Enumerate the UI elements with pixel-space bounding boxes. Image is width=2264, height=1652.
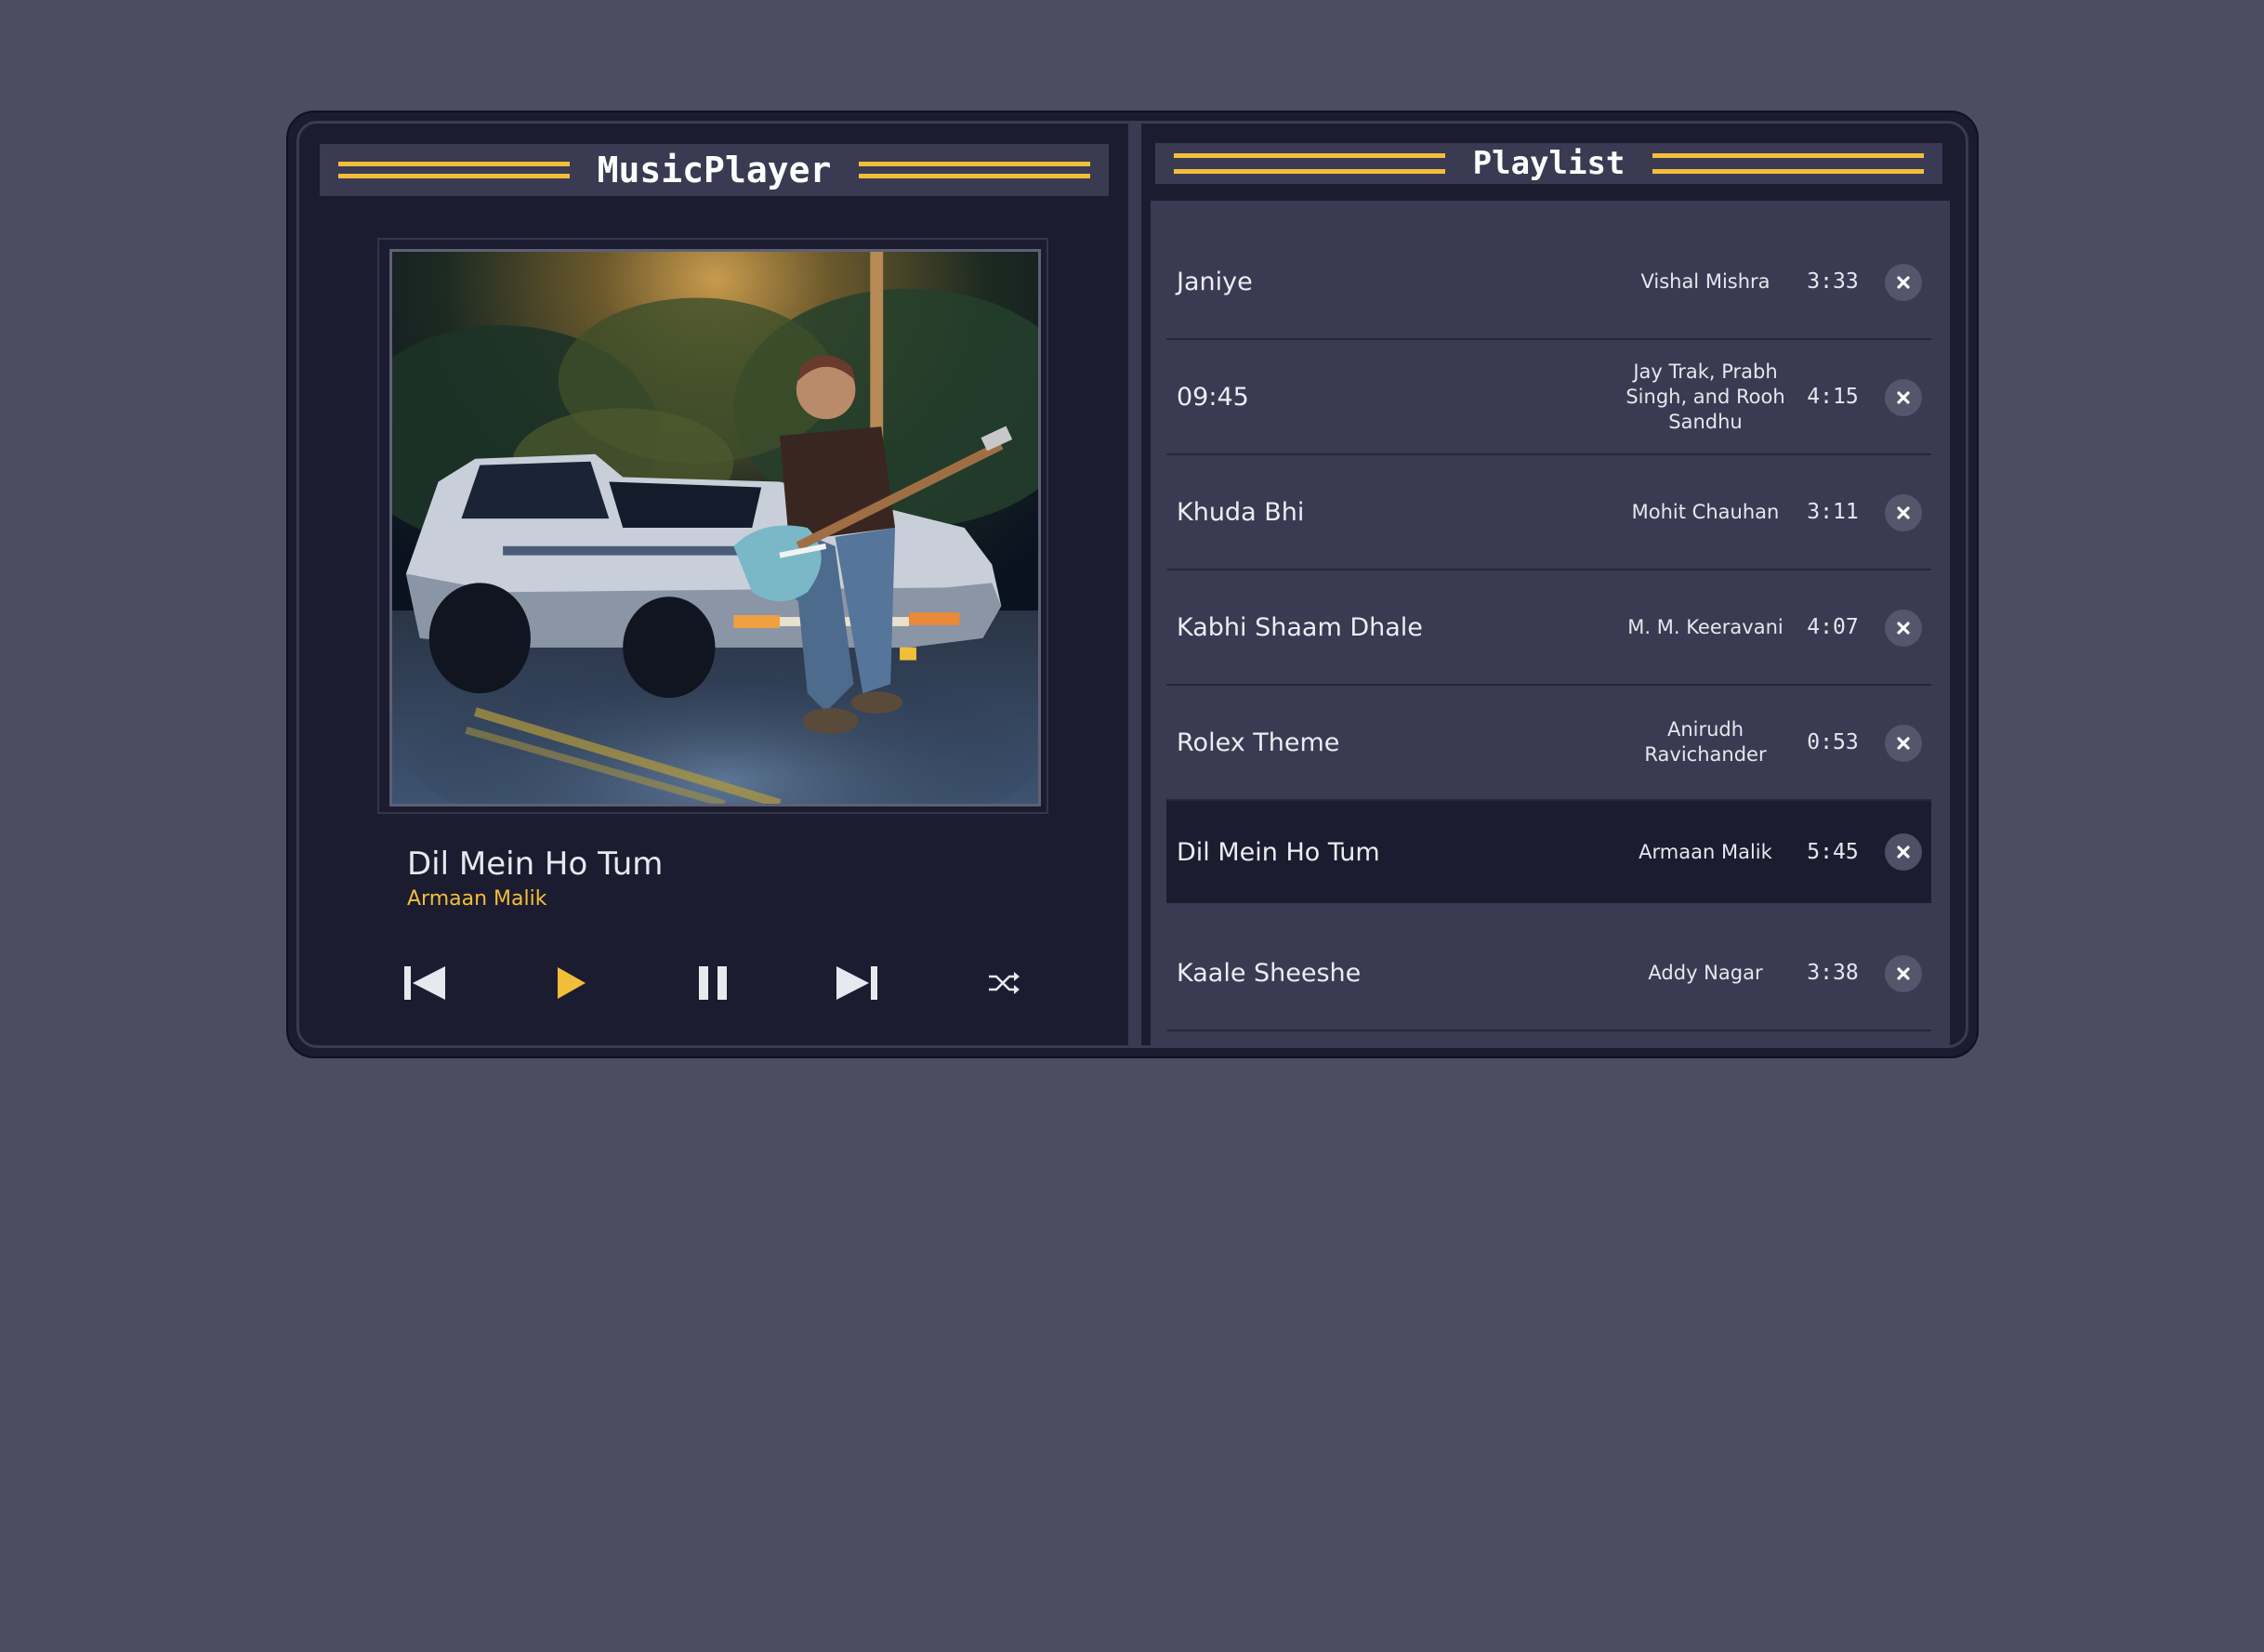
track-title: 09:45: [1177, 382, 1249, 412]
close-icon: [1897, 846, 1910, 859]
remove-track-button[interactable]: [1885, 494, 1922, 531]
remove-track-button[interactable]: [1885, 955, 1922, 992]
now-playing-artist: Armaan Malik: [407, 887, 547, 911]
playlist-header: Playlist: [1155, 143, 1942, 184]
close-icon: [1897, 967, 1910, 980]
header-decoration-left: [338, 162, 570, 178]
track-title: Janiye: [1177, 267, 1253, 296]
track-artist: Vishal Mishra: [1640, 269, 1770, 293]
app-title: MusicPlayer: [597, 150, 832, 190]
player-panel: MusicPlayer Dil Mein Ho Tum Armaan Malik: [299, 124, 1128, 1046]
remove-track-button[interactable]: [1885, 379, 1922, 416]
album-art-illustration: [392, 252, 1038, 804]
remove-track-button[interactable]: [1885, 264, 1922, 301]
playlist-row[interactable]: Janiye Vishal Mishra 3:33: [1166, 225, 1931, 340]
close-icon: [1897, 276, 1910, 289]
track-duration: 3:38: [1807, 961, 1859, 985]
header-decoration-right: [1652, 153, 1925, 174]
pause-icon: [699, 966, 727, 1000]
close-icon: [1897, 506, 1910, 519]
play-button[interactable]: [543, 955, 599, 1011]
playlist-panel: Playlist Janiye Vishal Mishra 3:33 09:45…: [1141, 124, 1966, 1046]
playlist-row[interactable]: Kabhi Shaam Dhale M. M. Keeravani 4:07: [1166, 570, 1931, 686]
playlist-list[interactable]: Janiye Vishal Mishra 3:33 09:45 Jay Trak…: [1151, 201, 1950, 1046]
play-icon: [558, 967, 586, 999]
track-artist: Mohit Chauhan: [1631, 500, 1780, 523]
track-title: Dil Mein Ho Tum: [1177, 837, 1380, 867]
now-playing-title: Dil Mein Ho Tum: [407, 846, 664, 883]
track-duration: 3:11: [1807, 500, 1859, 524]
close-icon: [1897, 622, 1910, 635]
skip-next-icon: [836, 966, 877, 1000]
playlist-row[interactable]: Kaale Sheeshe Addy Nagar 3:38: [1166, 916, 1931, 1031]
header-decoration-right: [859, 162, 1091, 178]
track-title: Kaale Sheeshe: [1177, 958, 1362, 988]
track-artist: Anirudh Ravichander: [1644, 718, 1767, 766]
panel-divider: [1128, 124, 1141, 1046]
track-title: Rolex Theme: [1177, 728, 1340, 757]
remove-track-button[interactable]: [1885, 833, 1922, 871]
track-artist: Armaan Malik: [1639, 840, 1772, 863]
track-title: Khuda Bhi: [1177, 497, 1305, 527]
pause-button[interactable]: [685, 955, 741, 1011]
shuffle-icon: [989, 972, 1020, 994]
previous-button[interactable]: [397, 955, 453, 1011]
close-icon: [1897, 391, 1910, 404]
playlist-row-active[interactable]: Dil Mein Ho Tum Armaan Malik 5:45: [1166, 801, 1931, 903]
album-art: [389, 249, 1041, 806]
track-artist: Addy Nagar: [1648, 961, 1763, 984]
playlist-row[interactable]: Khuda Bhi Mohit Chauhan 3:11: [1166, 455, 1931, 570]
remove-track-button[interactable]: [1885, 610, 1922, 647]
player-header: MusicPlayer: [320, 144, 1109, 196]
header-decoration-left: [1174, 153, 1445, 174]
shuffle-button[interactable]: [976, 955, 1032, 1011]
track-artist: Jay Trak, Prabh Singh, and Rooh Sandhu: [1626, 360, 1785, 433]
playback-controls: [299, 955, 1128, 1011]
playlist-title: Playlist: [1472, 145, 1626, 182]
close-icon: [1897, 737, 1910, 750]
track-artist: M. M. Keeravani: [1627, 615, 1784, 638]
remove-track-button[interactable]: [1885, 725, 1922, 762]
next-button[interactable]: [829, 955, 885, 1011]
track-duration: 0:53: [1807, 730, 1859, 754]
skip-previous-icon: [404, 966, 445, 1000]
track-duration: 5:45: [1807, 840, 1859, 864]
track-title: Kabhi Shaam Dhale: [1177, 612, 1423, 642]
track-duration: 4:07: [1807, 615, 1859, 639]
track-duration: 4:15: [1807, 385, 1859, 409]
playlist-row[interactable]: 09:45 Jay Trak, Prabh Singh, and Rooh Sa…: [1166, 340, 1931, 455]
playlist-row[interactable]: Rolex Theme Anirudh Ravichander 0:53: [1166, 686, 1931, 801]
track-duration: 3:33: [1807, 269, 1859, 294]
